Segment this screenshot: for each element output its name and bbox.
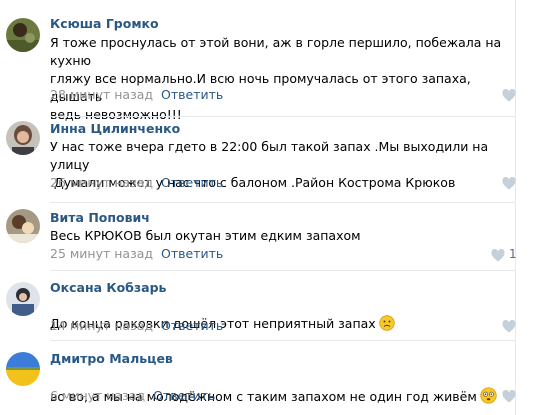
comment-time[interactable]: 26 минут назад [50,175,153,190]
comment-item: Оксана Кобзарь До конца раковки дошёл эт… [0,271,516,341]
comment-author[interactable]: Ксюша Громко [50,16,159,31]
frowning-face-emoji [379,315,395,336]
reply-button[interactable]: Ответить [161,175,223,190]
comments-feed: Ксюша Громко Я тоже проснулась от этой в… [0,0,533,415]
reply-button[interactable]: Ответить [161,318,223,333]
reply-button[interactable]: Ответить [153,388,215,403]
comment-meta: 26 минут назад Ответить [50,175,223,190]
heart-icon[interactable] [502,89,516,102]
heart-icon[interactable] [502,320,516,333]
avatar[interactable] [6,121,40,155]
comment-text: Я тоже проснулась от этой вони, аж в гор… [50,35,502,122]
comment-author[interactable]: Инна Цилинченко [50,121,180,136]
comment-meta: 14 минут назад Ответить [50,318,223,333]
comment-time[interactable]: 6 минут назад [50,388,145,403]
heart-icon[interactable] [502,177,516,190]
comment-author[interactable]: Дмитро Мальцев [50,351,173,366]
reply-button[interactable]: Ответить [161,246,223,261]
comment-author[interactable]: Вита Попович [50,210,150,225]
reply-button[interactable]: Ответить [161,87,223,102]
comment-time[interactable]: 28 минут назад [50,87,153,102]
comment-item: Инна Цилинченко У нас тоже вчера гдето в… [0,117,516,203]
comment-time[interactable]: 25 минут назад [50,246,153,261]
comment-item: Вита Попович Весь КРЮКОВ был окутан этим… [0,203,517,271]
comment-text: Весь КРЮКОВ был окутан этим едким запахо… [50,228,361,243]
avatar[interactable] [6,352,40,386]
comment-meta: 25 минут назад Ответить [50,246,223,261]
heart-icon[interactable] [491,249,505,262]
like-count: 1 [509,247,517,261]
comment-meta: 6 минут назад Ответить [50,388,215,403]
comment-item: Дмитро Мальцев во во, а мы на молодёжном… [0,341,516,415]
avatar[interactable] [6,18,40,52]
avatar[interactable] [6,209,40,243]
heart-icon[interactable] [502,390,516,403]
feed-border [515,0,516,415]
comment-time[interactable]: 14 минут назад [50,318,153,333]
flushed-face-emoji [480,387,497,409]
comment-author[interactable]: Оксана Кобзарь [50,280,166,295]
comment-meta: 28 минут назад Ответить [50,87,223,102]
avatar[interactable] [6,282,40,316]
comment-item: Ксюша Громко Я тоже проснулась от этой в… [0,0,516,122]
